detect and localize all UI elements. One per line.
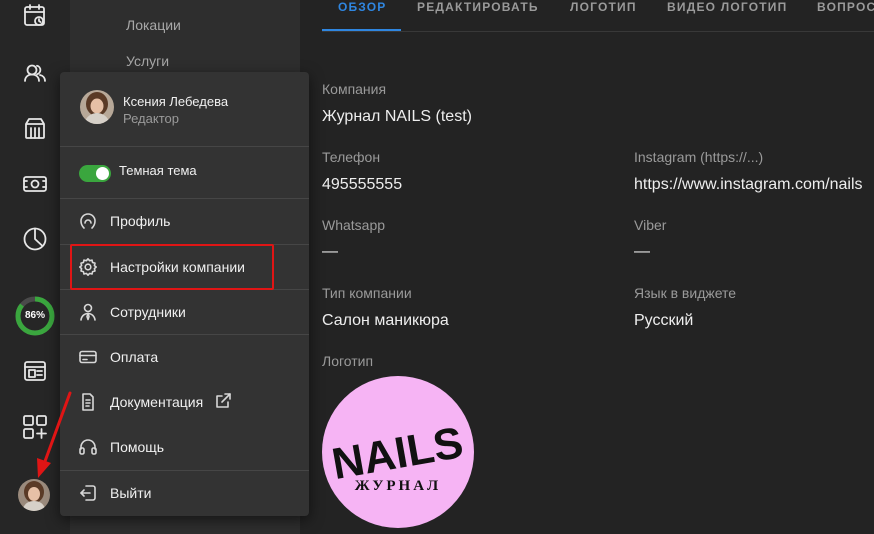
menu-item-label: Выйти <box>110 485 152 501</box>
highlight-box <box>70 244 274 290</box>
progress-ring[interactable]: 86% <box>14 295 56 337</box>
whatsapp-label: Whatsapp <box>322 217 386 233</box>
menu-item-label: Сотрудники <box>110 304 186 320</box>
company-type-label: Тип компании <box>322 285 412 301</box>
user-name: Ксения Лебедева <box>123 94 229 109</box>
tab-overview[interactable]: ОБЗОР <box>338 0 387 14</box>
logout-icon <box>78 483 98 503</box>
menu-item-profile[interactable]: Профиль <box>60 199 309 243</box>
menu-divider <box>60 146 309 147</box>
progress-label: 86% <box>24 310 45 321</box>
pie-chart-icon[interactable] <box>19 223 51 255</box>
sidebar-item-services[interactable]: Услуги <box>126 53 169 69</box>
document-icon <box>78 392 98 412</box>
cash-icon[interactable] <box>19 168 51 200</box>
calendar-clock-icon[interactable] <box>19 0 51 32</box>
external-link-icon <box>214 392 232 410</box>
shop-icon[interactable] <box>19 112 51 144</box>
tab-questions[interactable]: ВОПРОС <box>817 0 874 14</box>
tab-edit[interactable]: РЕДАКТИРОВАТЬ <box>417 0 539 14</box>
active-tab-indicator <box>322 29 401 31</box>
apps-add-icon[interactable] <box>19 411 51 443</box>
user-menu: Ксения Лебедева Редактор Темная тема Про… <box>60 72 309 516</box>
viber-label: Viber <box>634 217 667 233</box>
phone-value: 495555555 <box>322 176 403 193</box>
whatsapp-value: — <box>322 243 338 260</box>
dark-theme-toggle[interactable] <box>79 165 111 182</box>
menu-avatar <box>80 90 114 124</box>
credit-card-icon <box>78 347 98 367</box>
profile-icon <box>78 211 98 231</box>
headset-icon <box>78 437 98 457</box>
logo-sub-text: ЖУРНАЛ <box>355 478 441 494</box>
instagram-value: https://www.instagram.com/nails <box>634 176 863 193</box>
tab-logo[interactable]: ЛОГОТИП <box>570 0 637 14</box>
instagram-label: Instagram (https://...) <box>634 149 764 165</box>
dark-theme-label: Темная тема <box>119 163 197 178</box>
widget-icon[interactable] <box>19 355 51 387</box>
staff-icon <box>78 302 98 322</box>
viber-value: — <box>634 243 650 260</box>
widget-language-label: Язык в виджете <box>634 285 737 301</box>
menu-item-logout[interactable]: Выйти <box>60 471 309 515</box>
menu-item-staff[interactable]: Сотрудники <box>60 290 309 334</box>
avatar[interactable] <box>18 479 50 511</box>
phone-label: Телефон <box>322 149 381 165</box>
company-label: Компания <box>322 81 387 97</box>
company-value: Журнал NAILS (test) <box>322 108 472 125</box>
menu-item-documentation[interactable]: Документация <box>60 380 309 424</box>
tabs: ОБЗОР РЕДАКТИРОВАТЬ ЛОГОТИП ВИДЕО ЛОГОТИ… <box>322 0 874 32</box>
user-role: Редактор <box>123 111 179 126</box>
widget-language-value: Русский <box>634 312 694 329</box>
menu-item-label: Помощь <box>110 439 165 455</box>
clients-icon[interactable] <box>19 57 51 89</box>
company-type-value: Салон маникюра <box>322 312 449 329</box>
tab-video-logo[interactable]: ВИДЕО ЛОГОТИП <box>667 0 787 14</box>
menu-item-label: Документация <box>110 394 204 410</box>
logo-label: Логотип <box>322 353 374 369</box>
sidebar-item-locations[interactable]: Локации <box>126 17 181 33</box>
company-logo: NAILS ЖУРНАЛ <box>322 376 474 528</box>
menu-item-label: Профиль <box>110 213 171 229</box>
menu-item-label: Оплата <box>110 349 159 365</box>
menu-item-payment[interactable]: Оплата <box>60 335 309 379</box>
menu-item-help[interactable]: Помощь <box>60 425 309 469</box>
toggle-knob <box>96 167 109 180</box>
